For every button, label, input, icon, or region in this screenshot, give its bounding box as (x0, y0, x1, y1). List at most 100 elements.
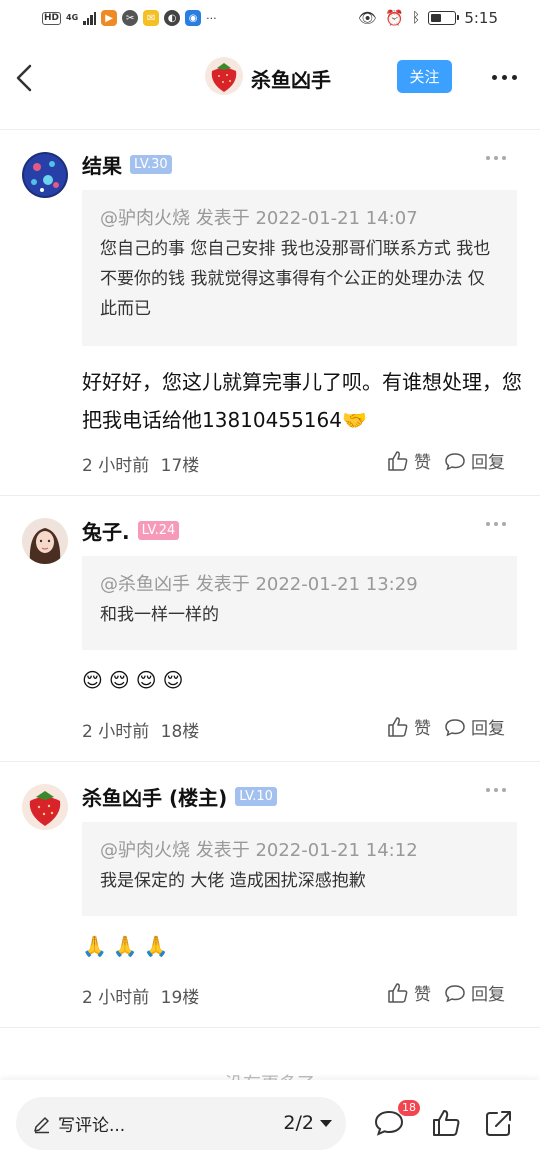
level-badge: LV.24 (137, 521, 180, 540)
comment-meta: 2 小时前 19楼 (82, 983, 199, 1008)
follow-button[interactable]: 关注 (397, 60, 452, 93)
reply-label: 回复 (471, 719, 505, 739)
caret-down-icon (320, 1119, 332, 1127)
quoted-reply[interactable]: @杀鱼凶手 发表于 2022-01-21 13:29 和我一样一样的 (82, 556, 517, 650)
comment-count-badge: 18 (398, 1100, 420, 1116)
avatar-image (22, 518, 68, 564)
top-nav-bar: 杀鱼凶手 关注 (0, 40, 540, 130)
like-button[interactable]: 赞 (386, 714, 431, 739)
status-right-icons: 👁 ⏰ ᛒ 5:15 (358, 9, 498, 27)
relieved-face-emoji: 😌 (162, 668, 184, 692)
signal-icon (83, 11, 97, 25)
mail-notification-icon: ✉ (143, 10, 160, 26)
comment-item: 结果 LV.30 @驴肉火烧 发表于 2022-01-21 14:07 您自己的… (0, 130, 540, 496)
comment-time: 2 小时前 (82, 722, 150, 742)
like-label: 赞 (414, 985, 431, 1005)
reply-label: 回复 (471, 985, 505, 1005)
level-badge: LV.10 (235, 787, 277, 806)
reply-button[interactable]: 回复 (443, 448, 505, 473)
folded-hands-emoji: 🙏 (82, 934, 107, 958)
speech-bubble-icon (445, 984, 465, 1002)
alarm-icon: ⏰ (385, 9, 404, 27)
app-notification-icon: ▶ (101, 10, 118, 26)
comment-meta: 2 小时前 18楼 (82, 717, 199, 742)
quote-text: 和我一样一样的 (100, 605, 219, 625)
quote-header: @杀鱼凶手 发表于 2022-01-21 13:29 (100, 574, 418, 595)
more-options-button[interactable] (486, 62, 522, 92)
floor-number: 17楼 (160, 456, 200, 476)
app-notification-icon: ◐ (164, 10, 181, 26)
avatar[interactable] (22, 152, 68, 198)
author-name[interactable]: 结果 (82, 150, 122, 179)
comment-item: 兔子. LV.24 @杀鱼凶手 发表于 2022-01-21 13:29 和我一… (0, 496, 540, 762)
like-button[interactable]: 赞 (386, 980, 431, 1005)
share-button[interactable] (483, 1107, 515, 1139)
thumbs-up-icon (388, 716, 408, 737)
relieved-face-emoji: 😌 (82, 668, 103, 692)
bottom-action-bar: 写评论... 2/2 (0, 1080, 540, 1170)
page-selector[interactable]: 2/2 (283, 1112, 332, 1134)
strawberry-avatar-icon (205, 57, 243, 95)
comment-text: 好好好，您这儿就算完事儿了呗。有谁想处理，您把我电话给他13810455164🤝 (82, 370, 522, 432)
comment-meta: 2 小时前 17楼 (82, 451, 199, 476)
thumbs-up-icon (433, 1110, 460, 1136)
thumbs-up-icon (388, 982, 408, 1003)
comment-time: 2 小时前 (82, 988, 150, 1008)
like-label: 赞 (414, 453, 431, 473)
level-badge: LV.30 (130, 155, 172, 174)
status-bar: HD 4G ▶ ✂ ✉ ◐ ◉ ··· 👁 ⏰ ᛒ 5:15 (0, 0, 540, 40)
page-indicator: 2/2 (283, 1112, 314, 1134)
like-post-button[interactable] (430, 1107, 462, 1139)
write-comment-placeholder: 写评论... (58, 1116, 126, 1136)
floor-number: 19楼 (160, 988, 200, 1008)
network-type: 4G (66, 13, 79, 22)
quote-text: 我是保定的 大佬 造成困扰深感抱歉 (100, 871, 366, 891)
like-label: 赞 (414, 719, 431, 739)
pencil-icon (34, 1116, 49, 1133)
floor-number: 18楼 (160, 722, 200, 742)
reply-button[interactable]: 回复 (443, 980, 505, 1005)
speech-bubble-icon (445, 452, 465, 470)
author-name[interactable]: 杀鱼凶手 (楼主) (82, 782, 227, 811)
avatar[interactable] (22, 784, 68, 830)
chevron-left-icon (16, 64, 32, 92)
reply-label: 回复 (471, 453, 505, 473)
speech-bubble-icon (445, 718, 465, 736)
emoji-row: 🙏 🙏 🙏 (82, 934, 169, 958)
avatar[interactable] (22, 518, 68, 564)
relieved-face-emoji: 😌 (135, 668, 157, 692)
comment-more-button[interactable] (486, 522, 506, 526)
quote-text: 您自己的事 您自己安排 我也没那哥们联系方式 我也不要你的钱 我就觉得这事得有个… (100, 239, 491, 319)
comment-more-button[interactable] (486, 156, 506, 160)
status-left-icons: HD 4G ▶ ✂ ✉ ◐ ◉ ··· (42, 10, 217, 26)
like-button[interactable]: 赞 (386, 448, 431, 473)
page-title: 杀鱼凶手 (251, 68, 331, 92)
write-comment-input[interactable]: 写评论... 2/2 (16, 1097, 346, 1150)
quote-header: @驴肉火烧 发表于 2022-01-21 14:07 (100, 208, 418, 229)
avatar-image (22, 152, 68, 198)
folded-hands-emoji: 🙏 (143, 934, 169, 958)
hd-icon: HD (42, 11, 62, 25)
app-notification-icon: ✂ (122, 10, 139, 26)
reply-button[interactable]: 回复 (443, 714, 505, 739)
strawberry-avatar-icon (22, 784, 68, 830)
bluetooth-icon: ᛒ (411, 10, 421, 26)
emoji-row: 😌 😌 😌 😌 (82, 668, 183, 692)
quoted-reply[interactable]: @驴肉火烧 发表于 2022-01-21 14:07 您自己的事 您自己安排 我… (82, 190, 517, 346)
folded-hands-emoji: 🙏 (112, 934, 138, 958)
quote-header: @驴肉火烧 发表于 2022-01-21 14:12 (100, 840, 418, 861)
clock: 5:15 (464, 9, 498, 27)
relieved-face-emoji: 😌 (108, 668, 130, 692)
comment-time: 2 小时前 (82, 456, 150, 476)
thumbs-up-icon (388, 450, 408, 471)
comment-more-button[interactable] (486, 788, 506, 792)
battery-icon (428, 11, 460, 25)
app-notification-icon: ◉ (185, 10, 202, 26)
back-button[interactable] (10, 58, 40, 98)
author-name[interactable]: 兔子. (82, 516, 130, 545)
author-avatar[interactable] (205, 57, 243, 95)
comment-item: 杀鱼凶手 (楼主) LV.10 @驴肉火烧 发表于 2022-01-21 14:… (0, 762, 540, 1028)
quoted-reply[interactable]: @驴肉火烧 发表于 2022-01-21 14:12 我是保定的 大佬 造成困扰… (82, 822, 517, 916)
more-notifications-icon: ··· (206, 11, 217, 25)
eye-icon: 👁 (358, 9, 378, 27)
